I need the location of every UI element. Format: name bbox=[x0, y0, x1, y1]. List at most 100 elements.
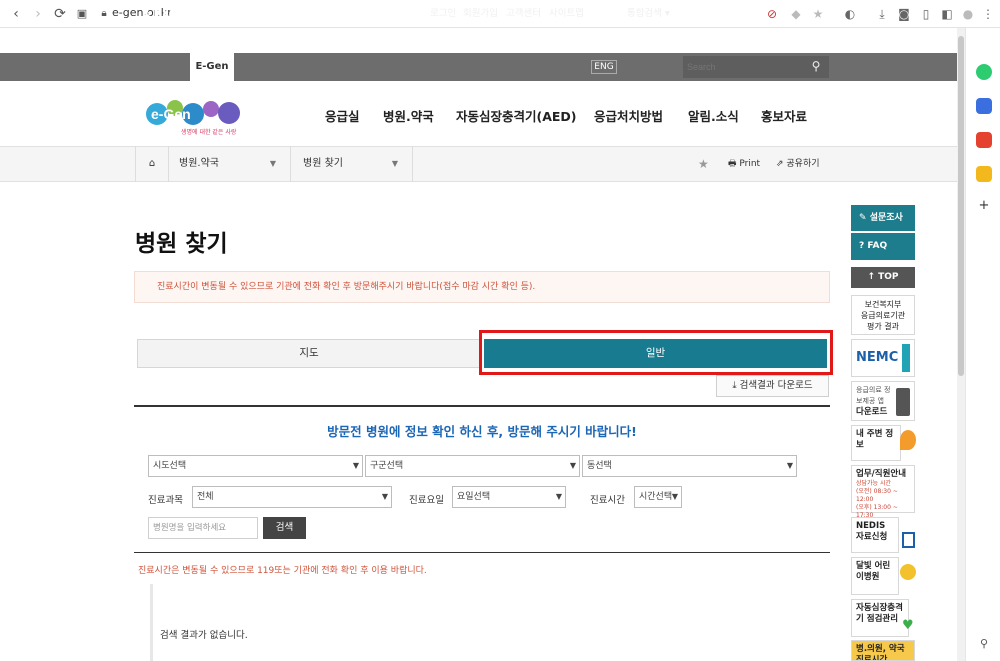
reader-icon[interactable]: ▯ bbox=[918, 6, 934, 22]
moon-icon bbox=[900, 564, 916, 580]
sidebar-add-icon[interactable]: + bbox=[976, 198, 992, 214]
nedis-banner[interactable]: NEDIS 자료신청 bbox=[851, 517, 915, 553]
mainnav-hospital[interactable]: 병원.약국 bbox=[383, 106, 434, 125]
time-select[interactable]: 시간선택 ▼ bbox=[634, 486, 682, 508]
dept-label: 진료과목 bbox=[148, 495, 183, 506]
mainnav-pr[interactable]: 홍보자료 bbox=[761, 106, 807, 125]
day-select-value: 요일선택 bbox=[457, 492, 491, 502]
search-button[interactable]: 검색 bbox=[263, 517, 306, 539]
egen-tab[interactable]: E-Gen bbox=[190, 53, 234, 81]
aed-check-banner[interactable]: 자동심장충격기 점검관리 ♥ bbox=[851, 599, 914, 637]
chevron-down-icon: ▼ bbox=[391, 159, 398, 168]
sido-select[interactable]: 시도선택 ▼ bbox=[148, 455, 363, 477]
lock-icon: 🔒︎ bbox=[101, 8, 107, 19]
topnav-item-education[interactable]: 교육 bbox=[295, 0, 313, 28]
sidebar-app-green-icon[interactable] bbox=[976, 64, 992, 80]
sidebar-app-star-icon[interactable] bbox=[976, 166, 992, 182]
sidebar-app-calendar-icon[interactable] bbox=[976, 98, 992, 114]
topnav-item-monitoring[interactable]: 응급의료모니터링 bbox=[331, 0, 405, 28]
breadcrumb-level1[interactable]: 병원.약국 ▼ bbox=[169, 146, 291, 182]
customer-center-link[interactable]: 고객센터 bbox=[506, 0, 541, 28]
notion-icon[interactable]: ▣ bbox=[72, 4, 92, 24]
mainnav-firstaid[interactable]: 응급처치방법 bbox=[594, 106, 663, 125]
share-label: 공유하기 bbox=[786, 159, 820, 169]
share-button[interactable]: ⇗ 공유하기 bbox=[776, 146, 820, 182]
login-link[interactable]: 로그인 bbox=[430, 0, 456, 28]
profile-icon[interactable]: ● bbox=[960, 6, 976, 22]
egen-logo[interactable]: e-Gen 생명에 대한 같은 사랑 bbox=[145, 92, 245, 138]
chevron-down-icon: ▼ bbox=[352, 461, 359, 470]
app-download-banner[interactable]: 응급의료 정보제공 앱 다운로드 bbox=[851, 381, 915, 421]
dong-select[interactable]: 동선택 ▼ bbox=[582, 455, 797, 477]
top-button[interactable]: ↑ TOP bbox=[851, 267, 915, 288]
breadcrumb-level2-label: 병원 찾기 bbox=[303, 158, 343, 169]
scrollbar-thumb[interactable] bbox=[958, 36, 964, 376]
highlight-box bbox=[479, 330, 833, 375]
nearby-banner[interactable]: 내 주변 정보 bbox=[851, 425, 916, 461]
eng-button[interactable]: ENG bbox=[591, 60, 617, 74]
day-select[interactable]: 요일선택 ▼ bbox=[452, 486, 566, 508]
aed-check-label: 자동심장충격기 점검관리 bbox=[856, 603, 903, 624]
evaluation-banner[interactable]: 보건복지부 응급의료기관 평가 결과 bbox=[851, 295, 915, 335]
camera-icon[interactable]: ◙ bbox=[896, 6, 912, 22]
extension-icon[interactable]: ◐ bbox=[842, 6, 858, 22]
chevron-down-icon: ▼ bbox=[381, 492, 388, 501]
gugun-select[interactable]: 구군선택 ▼ bbox=[365, 455, 580, 477]
dept-select[interactable]: 전체 ▼ bbox=[192, 486, 392, 508]
signup-link[interactable]: 회원가입 bbox=[463, 0, 498, 28]
download-label: 검색결과 다운로드 bbox=[739, 380, 813, 391]
result-list bbox=[150, 584, 830, 661]
sidebar-app-pocket-icon[interactable] bbox=[976, 132, 992, 148]
print-button[interactable]: 🖶︎ Print bbox=[728, 146, 760, 182]
location-pin-icon bbox=[900, 430, 916, 450]
dong-select-value: 동선택 bbox=[587, 461, 612, 471]
home-icon[interactable]: ⌂ bbox=[143, 0, 150, 28]
faq-button[interactable]: ? FAQ bbox=[851, 233, 915, 260]
page-scrollbar[interactable] bbox=[957, 28, 965, 661]
moon-hospital-label: 달빛 어린이병원 bbox=[856, 561, 891, 582]
nemc-mark-icon bbox=[902, 344, 910, 372]
search-icon[interactable]: ⚲ bbox=[808, 58, 824, 74]
clinic-hours-banner[interactable]: 병.의원, 약국 진료시간 bbox=[851, 640, 915, 661]
favorite-star-icon[interactable]: ★ bbox=[698, 146, 709, 182]
breadcrumb-level2[interactable]: 병원 찾기 ▼ bbox=[291, 146, 413, 182]
nemc-banner[interactable]: NEMC bbox=[851, 339, 915, 377]
notice-top: 진료시간이 변동될 수 있으므로 기관에 전화 확인 후 방문해주시기 바랍니다… bbox=[134, 271, 830, 303]
menu-icon[interactable]: ⋮ bbox=[980, 6, 996, 22]
star-icon[interactable]: ★ bbox=[810, 6, 826, 22]
sitemap-link[interactable]: 사이트맵 bbox=[549, 0, 584, 28]
moon-hospital-banner[interactable]: 달빛 어린이병원 bbox=[851, 557, 916, 595]
breadcrumb-home-icon[interactable]: ⌂ bbox=[135, 146, 169, 182]
chevron-down-icon: ▼ bbox=[269, 159, 276, 168]
shield-icon[interactable]: ◆ bbox=[788, 6, 804, 22]
sidebar-icon[interactable]: ◧ bbox=[939, 6, 955, 22]
survey-label: 설문조사 bbox=[869, 213, 903, 223]
sidebar-pin-icon[interactable]: ⚲ bbox=[976, 636, 992, 652]
forward-icon[interactable]: › bbox=[28, 4, 48, 24]
logo-slogan: 생명에 대한 같은 사랑 bbox=[181, 128, 237, 136]
blocked-icon[interactable]: ⊘ bbox=[764, 6, 780, 22]
top-label: TOP bbox=[878, 272, 899, 282]
nemc-banner-label: NEMC bbox=[856, 350, 899, 365]
browser-sidebar: + ⚲ bbox=[965, 28, 1000, 661]
business-hours-banner[interactable]: 업무/직원안내 상담가능 시간 (오전) 08:30 ~ 12:00 (오후) … bbox=[851, 465, 915, 519]
chevron-down-icon: ▼ bbox=[555, 492, 562, 501]
topnav-item-poison[interactable]: 중독정보 bbox=[241, 0, 278, 28]
nearby-label: 내 주변 정보 bbox=[856, 429, 894, 450]
day-label: 진료요일 bbox=[409, 495, 444, 506]
print-label: Print bbox=[739, 159, 761, 169]
survey-button[interactable]: ✎ 설문조사 bbox=[851, 205, 915, 232]
mainnav-aed[interactable]: 자동심장충격기(AED) bbox=[456, 106, 577, 125]
mainnav-er[interactable]: 응급실 bbox=[325, 106, 360, 125]
tab-map[interactable]: 지도 bbox=[137, 339, 481, 368]
download-results-button[interactable]: ⤓ 검색결과 다운로드 bbox=[716, 375, 829, 397]
reload-icon[interactable]: ⟳ bbox=[50, 4, 70, 24]
time-select-value: 시간선택 bbox=[639, 492, 673, 502]
nemc-link[interactable]: NEMC bbox=[154, 0, 187, 28]
back-icon[interactable]: ‹ bbox=[6, 4, 26, 24]
hospital-name-input[interactable]: 병원명을 입력하세요 bbox=[148, 517, 258, 539]
mainnav-news[interactable]: 알림.소식 bbox=[688, 106, 739, 125]
total-search-dropdown[interactable]: 통합검색 ▾ bbox=[627, 0, 670, 28]
gugun-select-value: 구군선택 bbox=[370, 461, 404, 471]
download-icon[interactable]: ⤓ bbox=[874, 6, 890, 22]
